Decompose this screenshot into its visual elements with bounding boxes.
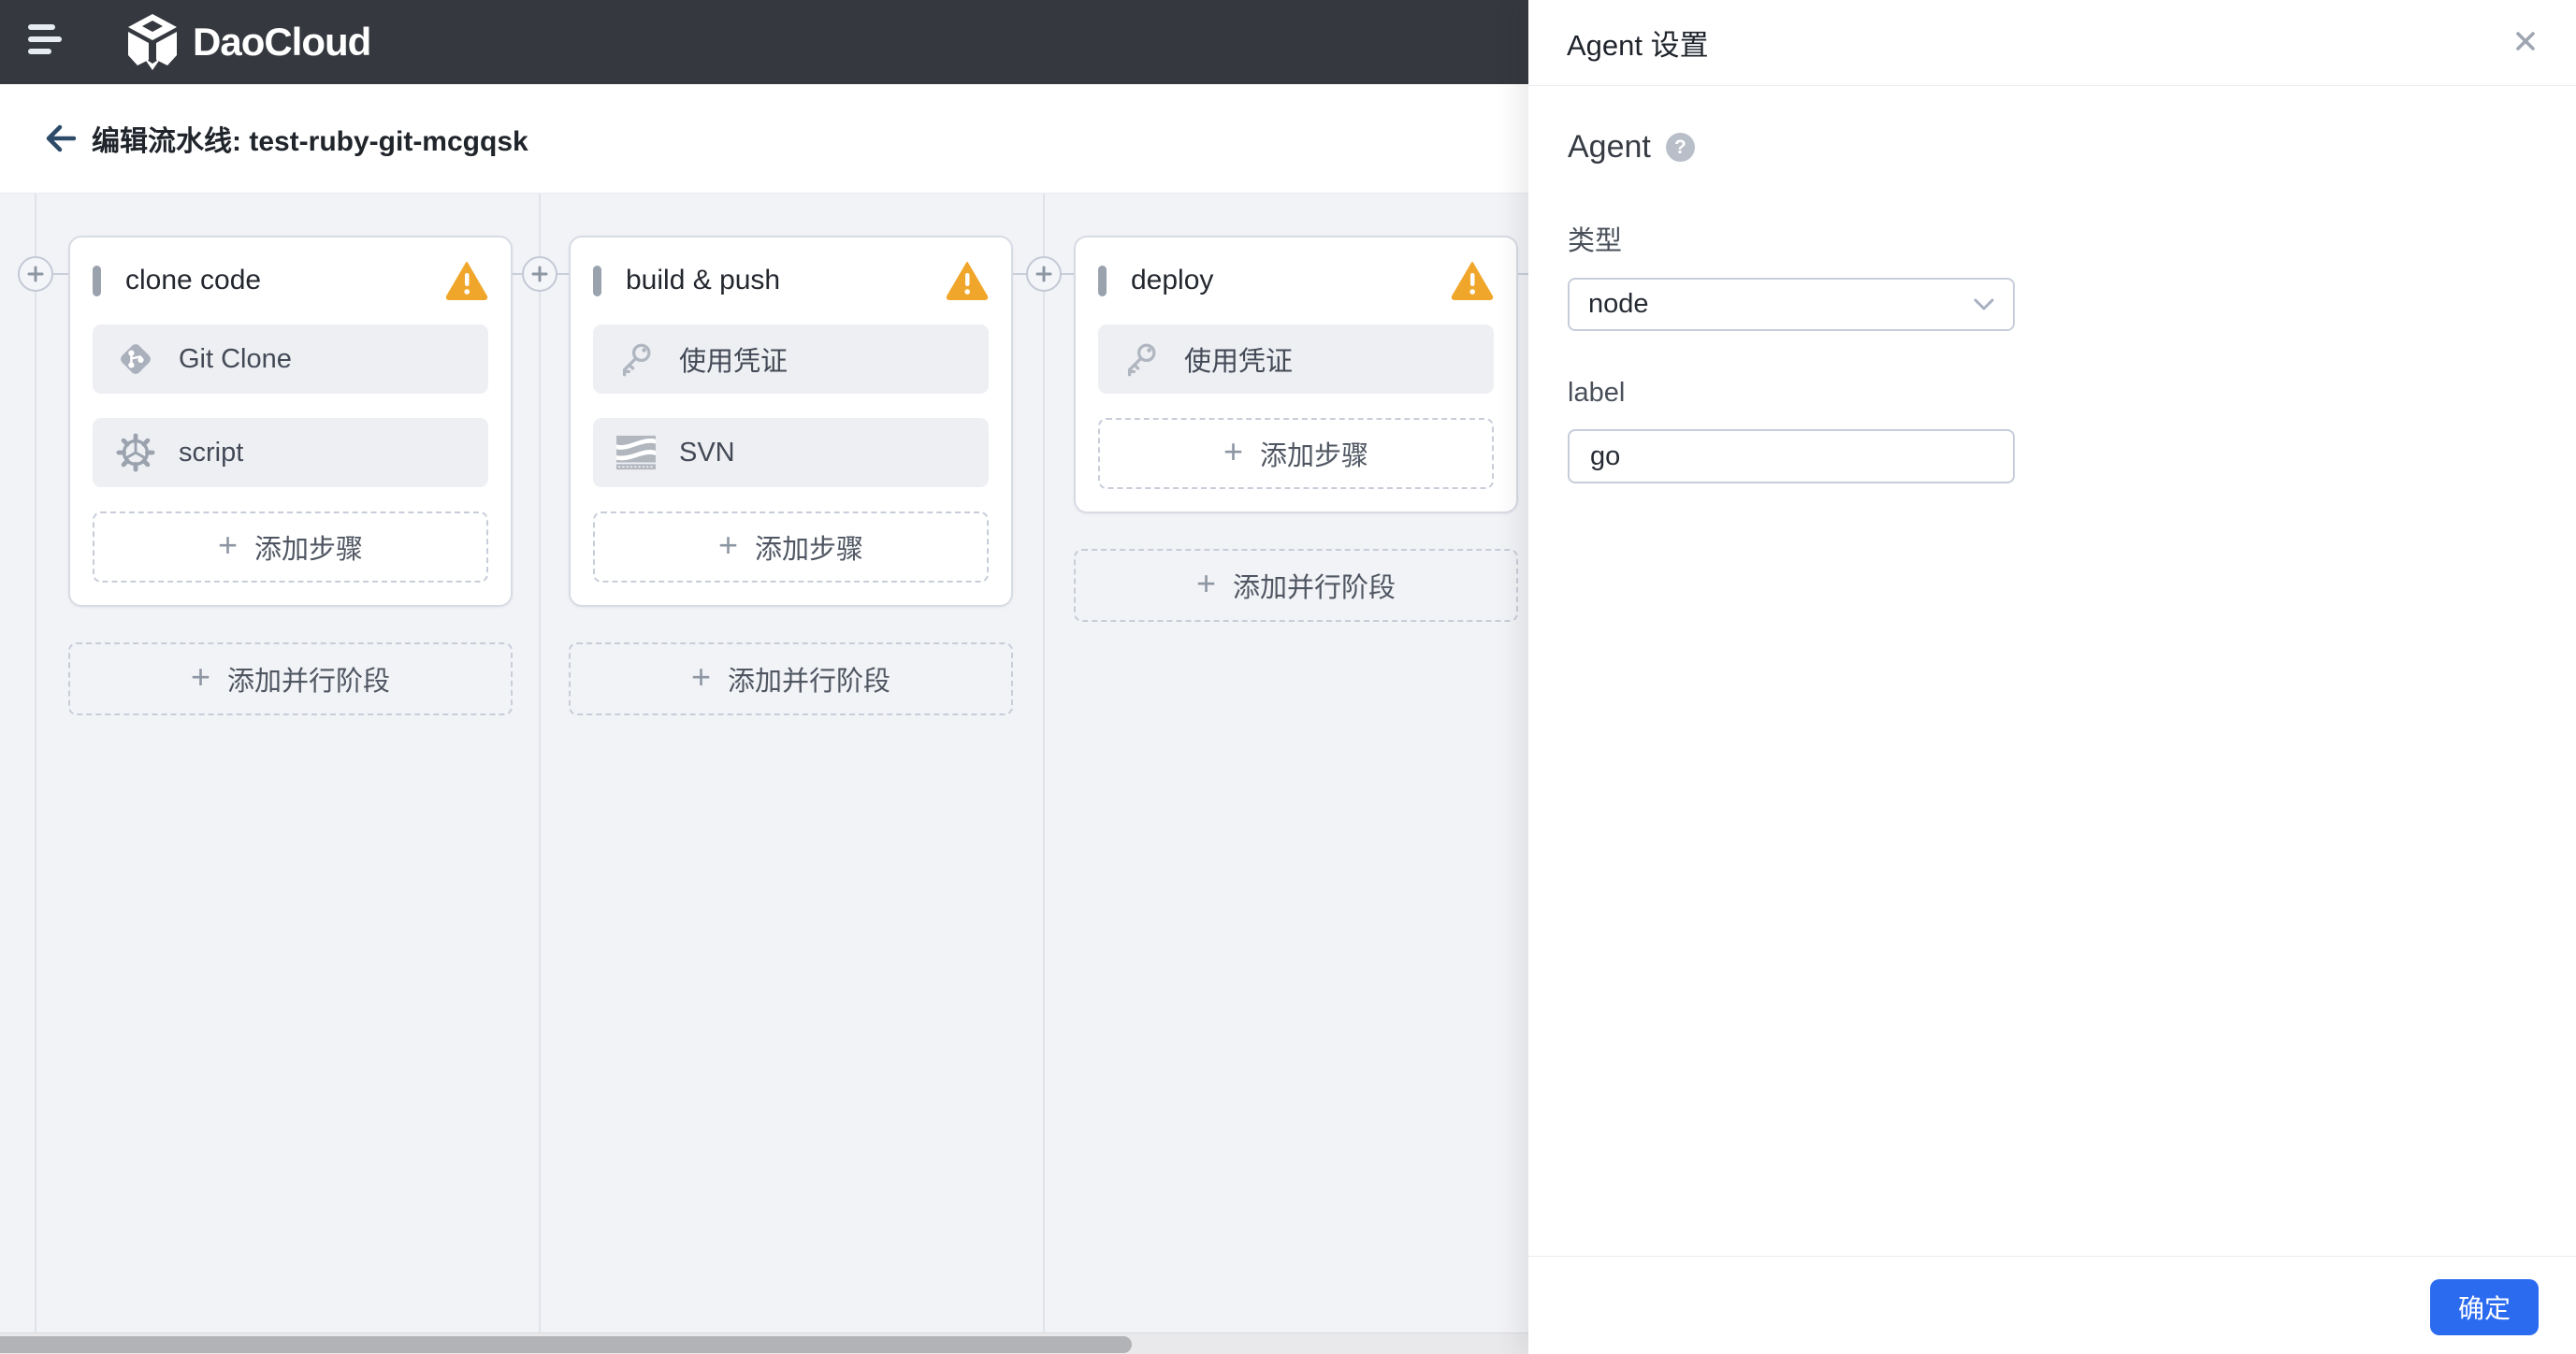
scrollbar-thumb[interactable]	[0, 1336, 1132, 1353]
column-divider	[35, 194, 36, 1332]
add-step-label: 添加步骤	[1260, 441, 1369, 471]
stage-header: deploy	[1098, 260, 1494, 301]
gear-icon	[115, 432, 156, 473]
add-step-button[interactable]: + 添加步骤	[1098, 418, 1494, 489]
label-field-label: label	[1568, 378, 1626, 408]
key-icon	[1121, 338, 1162, 380]
stage-column-deploy: deploy 使用凭证 + 添加步骤 + 添加并行阶段	[1074, 236, 1518, 622]
stage-card[interactable]: clone code Git Clone script + 添加步骤	[68, 236, 513, 607]
add-parallel-stage-button[interactable]: + 添加并行阶段	[68, 642, 513, 715]
step-label: 使用凭证	[679, 347, 789, 377]
daocloud-cube-icon	[128, 14, 177, 70]
warning-triangle-icon	[445, 262, 488, 300]
plus-icon: +	[190, 657, 210, 696]
plus-icon: +	[717, 526, 738, 564]
warning-triangle-icon	[1451, 262, 1494, 300]
add-parallel-label: 添加并行阶段	[728, 667, 891, 697]
drawer-footer: 确定	[1528, 1256, 2576, 1354]
add-parallel-stage-button[interactable]: + 添加并行阶段	[1074, 549, 1518, 622]
stage-header: build & push	[593, 260, 989, 301]
step-svn[interactable]: SVN	[593, 418, 989, 487]
step-git-clone[interactable]: Git Clone	[93, 324, 488, 394]
stage-column-build-push: build & push 使用凭证 SVN + 添加步骤 + 添加并行阶段	[569, 236, 1013, 715]
warning-triangle-icon	[946, 262, 989, 300]
app-root: DaoCloud 编辑流水线: test-ruby-git-mcgqsk clo…	[0, 0, 2576, 1354]
brand-name: DaoCloud	[193, 20, 371, 64]
agent-type-select[interactable]: node	[1568, 278, 2015, 331]
column-divider	[1043, 194, 1045, 1332]
help-icon[interactable]: ?	[1665, 133, 1695, 162]
agent-section-title: Agent	[1568, 129, 1651, 165]
drawer-body: Agent ? 类型 node label	[1528, 129, 2576, 483]
git-icon	[115, 338, 156, 380]
agent-type-value: node	[1588, 289, 1649, 319]
chevron-down-icon	[1974, 298, 1994, 310]
step-credentials[interactable]: 使用凭证	[1098, 324, 1494, 394]
drawer-header: Agent 设置	[1528, 0, 2576, 86]
menu-icon[interactable]	[28, 22, 65, 60]
add-step-label: 添加步骤	[254, 535, 364, 565]
page-title: 编辑流水线: test-ruby-git-mcgqsk	[92, 126, 528, 157]
daocloud-logo[interactable]: DaoCloud	[125, 0, 371, 84]
drag-handle-icon[interactable]	[1098, 265, 1107, 296]
add-parallel-stage-button[interactable]: + 添加并行阶段	[569, 642, 1013, 715]
add-parallel-label: 添加并行阶段	[227, 667, 391, 697]
step-credentials[interactable]: 使用凭证	[593, 324, 989, 394]
agent-settings-drawer: Agent 设置 Agent ? 类型 node label 确定	[1528, 0, 2576, 1354]
type-field-label: 类型	[1568, 226, 1623, 256]
close-icon[interactable]	[2509, 24, 2542, 58]
stage-header: clone code	[93, 260, 488, 301]
add-step-label: 添加步骤	[755, 535, 864, 565]
add-step-button[interactable]: + 添加步骤	[593, 511, 989, 583]
stage-name: build & push	[626, 265, 781, 295]
drag-handle-icon[interactable]	[593, 265, 601, 296]
confirm-button[interactable]: 确定	[2430, 1279, 2539, 1335]
column-divider	[539, 194, 541, 1332]
arrow-left-icon[interactable]	[41, 120, 79, 157]
add-stage-between-icon[interactable]	[522, 256, 557, 292]
step-label: 使用凭证	[1184, 347, 1294, 377]
agent-section-header: Agent ?	[1568, 129, 2537, 166]
stage-card[interactable]: deploy 使用凭证 + 添加步骤	[1074, 236, 1518, 513]
plus-icon: +	[690, 657, 711, 696]
stage-name: deploy	[1131, 265, 1214, 295]
drag-handle-icon[interactable]	[93, 265, 101, 296]
add-step-button[interactable]: + 添加步骤	[93, 511, 488, 583]
stage-column-clone-code: clone code Git Clone script + 添加步骤 + 添加并…	[68, 236, 513, 715]
key-icon	[615, 338, 657, 380]
step-label: Git Clone	[179, 343, 292, 374]
stage-card[interactable]: build & push 使用凭证 SVN + 添加步骤	[569, 236, 1013, 607]
plus-icon: +	[1195, 564, 1216, 602]
label-input[interactable]	[1568, 429, 2015, 483]
add-parallel-label: 添加并行阶段	[1233, 573, 1397, 603]
plus-icon: +	[217, 526, 238, 564]
stage-name: clone code	[125, 265, 262, 295]
plus-icon: +	[1223, 432, 1243, 470]
step-script[interactable]: script	[93, 418, 488, 487]
svn-icon	[615, 432, 657, 473]
drawer-title: Agent 设置	[1567, 29, 1709, 62]
add-stage-before-icon[interactable]	[18, 256, 53, 292]
step-label: script	[179, 437, 244, 468]
add-stage-between-icon[interactable]	[1026, 256, 1062, 292]
step-label: SVN	[679, 437, 735, 468]
